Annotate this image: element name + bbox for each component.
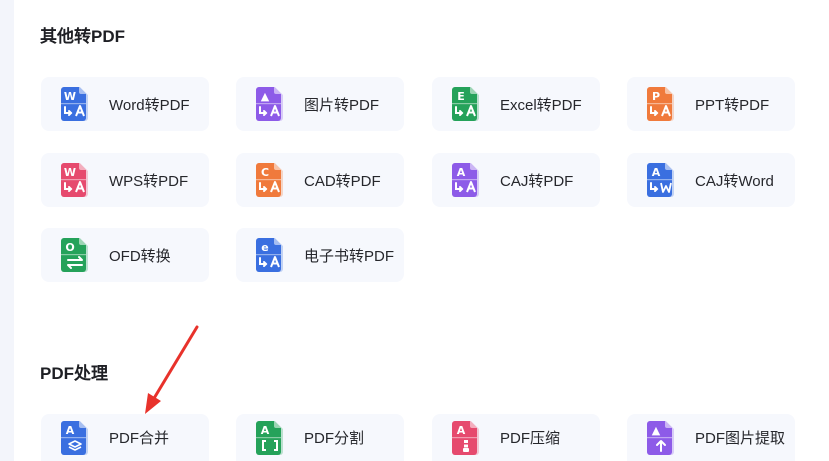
section-title-convert: 其他转PDF [40,27,125,46]
tool-caj-to-word[interactable]: A CAJ转Word [627,153,795,207]
tool-label: PDF压缩 [500,430,561,447]
sidebar-edge [0,0,14,461]
tool-label: 图片转PDF [304,96,380,114]
svg-text:A: A [652,166,661,179]
tool-pdf-split[interactable]: A PDF分割 [236,414,404,461]
tool-label: PPT转PDF [695,96,770,114]
svg-text:A: A [66,424,75,437]
merge-file-icon: A [61,420,88,455]
caj-to-word-file-icon: A [647,163,674,197]
svg-text:A: A [457,424,466,437]
tool-label: OFD转换 [109,247,171,265]
tool-label: WPS转PDF [109,172,189,190]
tool-label: Excel转PDF [500,96,582,114]
tool-ebook-to-pdf[interactable]: e 电子书转PDF [236,228,404,282]
tool-caj-to-pdf[interactable]: A CAJ转PDF [432,153,600,207]
svg-text:A: A [261,424,270,437]
tool-ppt-to-pdf[interactable]: P PPT转PDF [627,77,795,131]
svg-text:P: P [652,90,660,103]
tool-image-to-pdf[interactable]: ▲ 图片转PDF [236,77,404,131]
image-extract-file-icon: ▲ [647,420,674,455]
tool-label: Word转PDF [109,96,190,114]
tool-label: PDF图片提取 [695,430,786,447]
svg-text:e: e [261,241,268,254]
svg-text:O: O [65,241,74,254]
section-title-pdf-process: PDF处理 [40,364,108,383]
svg-text:▲: ▲ [652,424,661,437]
wps-file-icon: W [61,163,88,197]
tool-pdf-image-extract[interactable]: ▲ PDF图片提取 [627,414,795,461]
tool-wps-to-pdf[interactable]: W WPS转PDF [41,153,209,207]
tool-pdf-merge[interactable]: A PDF合并 [41,414,209,461]
tool-cad-to-pdf[interactable]: C CAD转PDF [236,153,404,207]
svg-text:W: W [64,166,76,179]
image-file-icon: ▲ [256,87,283,121]
tool-label: CAJ转Word [695,172,774,190]
excel-file-icon: E [452,87,479,121]
svg-text:W: W [64,90,76,103]
tool-excel-to-pdf[interactable]: E Excel转PDF [432,77,600,131]
svg-text:▲: ▲ [261,90,270,103]
tool-label: PDF合并 [109,430,170,447]
word-file-icon: W [61,87,88,121]
zip-file-icon: A [452,420,479,455]
svg-text:C: C [261,166,269,179]
tool-label: 电子书转PDF [304,247,395,265]
ppt-file-icon: P [647,87,674,121]
svg-text:A: A [457,166,466,179]
split-file-icon: A [256,420,283,455]
tool-label: CAD转PDF [304,172,381,190]
tool-ofd-convert[interactable]: O OFD转换 [41,228,209,282]
cad-file-icon: C [256,163,283,197]
caj-file-icon: A [452,163,479,197]
svg-text:E: E [457,90,465,103]
ebook-file-icon: e [256,238,283,272]
ofd-file-icon: O [61,238,88,272]
tool-word-to-pdf[interactable]: W Word转PDF [41,77,209,131]
tool-label: PDF分割 [304,430,365,447]
tool-pdf-compress[interactable]: A PDF压缩 [432,414,600,461]
tool-label: CAJ转PDF [500,172,574,190]
